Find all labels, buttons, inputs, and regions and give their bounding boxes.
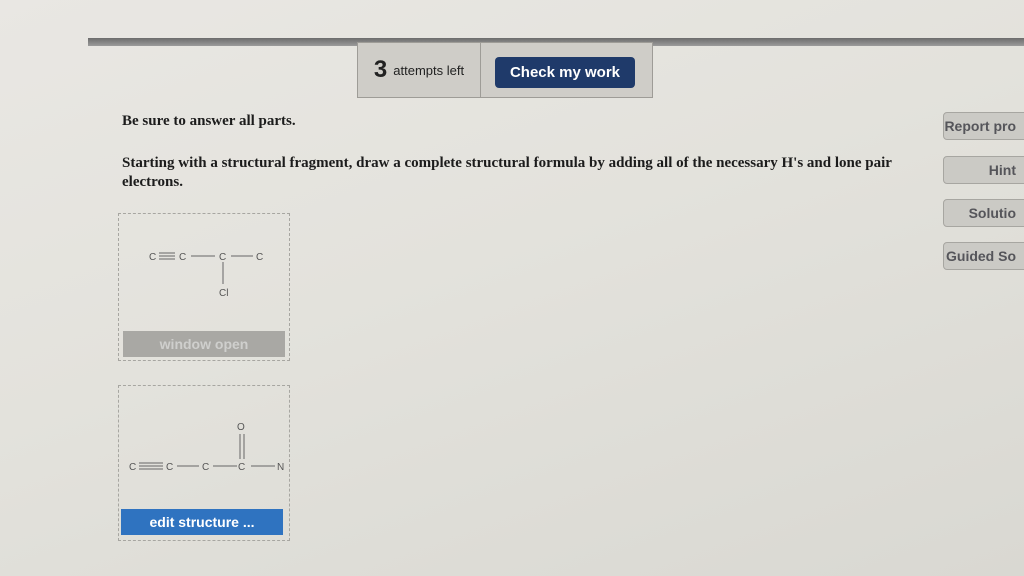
atom-label: C — [238, 462, 245, 473]
atom-label: C — [166, 462, 173, 473]
solution-button[interactable]: Solutio — [943, 199, 1024, 227]
atom-label: C — [149, 252, 156, 263]
structure-panel-1: C C C C Cl window open — [118, 213, 290, 361]
attempts-indicator: 3 attempts left — [358, 43, 481, 97]
atom-label: C — [129, 462, 136, 473]
atom-label: C — [179, 252, 186, 263]
attempts-label: attempts left — [393, 62, 465, 78]
answer-toolbar: 3 attempts left Check my work — [357, 42, 653, 98]
guided-solution-button[interactable]: Guided So — [943, 242, 1024, 270]
atom-label: C — [219, 252, 226, 263]
instruction-text: Be sure to answer all parts. — [122, 113, 296, 129]
attempts-count: 3 — [373, 56, 388, 83]
atom-label: N — [277, 462, 284, 473]
report-problem-button[interactable]: Report pro — [943, 112, 1024, 140]
atom-label: C — [202, 462, 209, 473]
structure-panel-2: C C C C N O edit structure ... — [118, 385, 290, 541]
atom-label: C — [256, 252, 263, 263]
atom-label: Cl — [219, 288, 228, 299]
window-open-button[interactable]: window open — [123, 331, 285, 357]
atom-label: O — [237, 422, 245, 433]
hint-button[interactable]: Hint — [943, 156, 1024, 184]
edit-structure-button[interactable]: edit structure ... — [121, 509, 283, 535]
question-text: Starting with a structural fragment, dra… — [122, 155, 892, 190]
check-my-work-button[interactable]: Check my work — [495, 57, 635, 88]
